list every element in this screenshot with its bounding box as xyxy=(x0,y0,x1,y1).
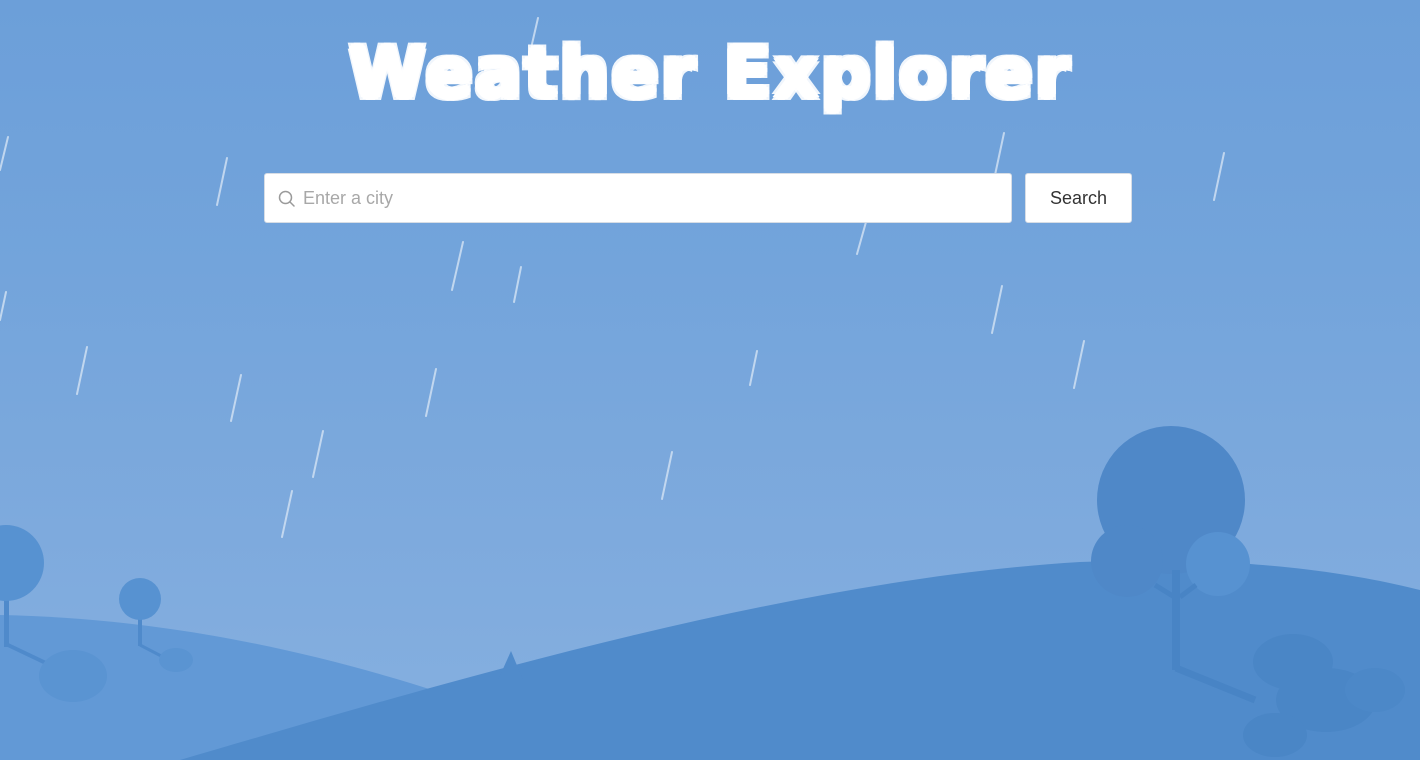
search-button[interactable]: Search xyxy=(1025,173,1132,223)
search-bar: Search xyxy=(264,173,1132,223)
app-title: Weather Explorer xyxy=(348,32,1072,114)
search-icon xyxy=(278,190,295,207)
search-input[interactable] xyxy=(303,174,1003,222)
search-box[interactable] xyxy=(264,173,1012,223)
weather-scene-background: Weather Explorer Search xyxy=(0,0,1420,760)
